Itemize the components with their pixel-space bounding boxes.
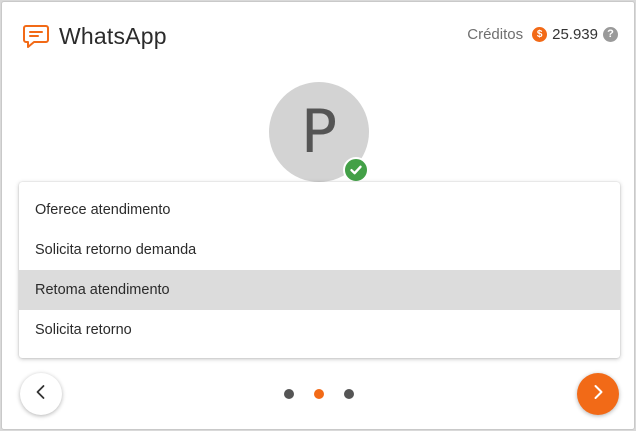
- menu-item-solicita-retorno[interactable]: Solicita retorno: [19, 310, 620, 350]
- chat-bubble-icon: [22, 22, 50, 50]
- previous-button[interactable]: [20, 373, 62, 415]
- chevron-left-icon: [33, 384, 49, 405]
- help-icon[interactable]: ?: [603, 26, 618, 42]
- menu-item-oferece-atendimento[interactable]: Oferece atendimento: [19, 190, 620, 230]
- menu-item-retoma-atendimento[interactable]: Retoma atendimento: [19, 270, 620, 310]
- avatar-letter: P: [300, 97, 338, 167]
- pagination-dots: [284, 389, 354, 399]
- dialog-header: WhatsApp Créditos $ 25.939 ?: [22, 22, 618, 52]
- menu-item-solicita-retorno-demanda[interactable]: Solicita retorno demanda: [19, 230, 620, 270]
- pagination-dot-active[interactable]: [314, 389, 324, 399]
- credits-label: Créditos: [467, 25, 524, 43]
- option-menu: Oferece atendimento Solicita retorno dem…: [19, 182, 620, 358]
- check-icon: [343, 157, 369, 183]
- pagination-dot[interactable]: [344, 389, 354, 399]
- coin-icon: $: [532, 26, 548, 42]
- page-title: WhatsApp: [59, 23, 167, 49]
- next-button[interactable]: [577, 373, 619, 415]
- whatsapp-dialog: WhatsApp Créditos $ 25.939 ? P Oferece a…: [1, 1, 635, 430]
- credits-value: 25.939: [552, 25, 598, 43]
- credits-display: Créditos $ 25.939 ?: [467, 23, 618, 45]
- chevron-right-icon: [590, 384, 606, 405]
- pagination-dot[interactable]: [284, 389, 294, 399]
